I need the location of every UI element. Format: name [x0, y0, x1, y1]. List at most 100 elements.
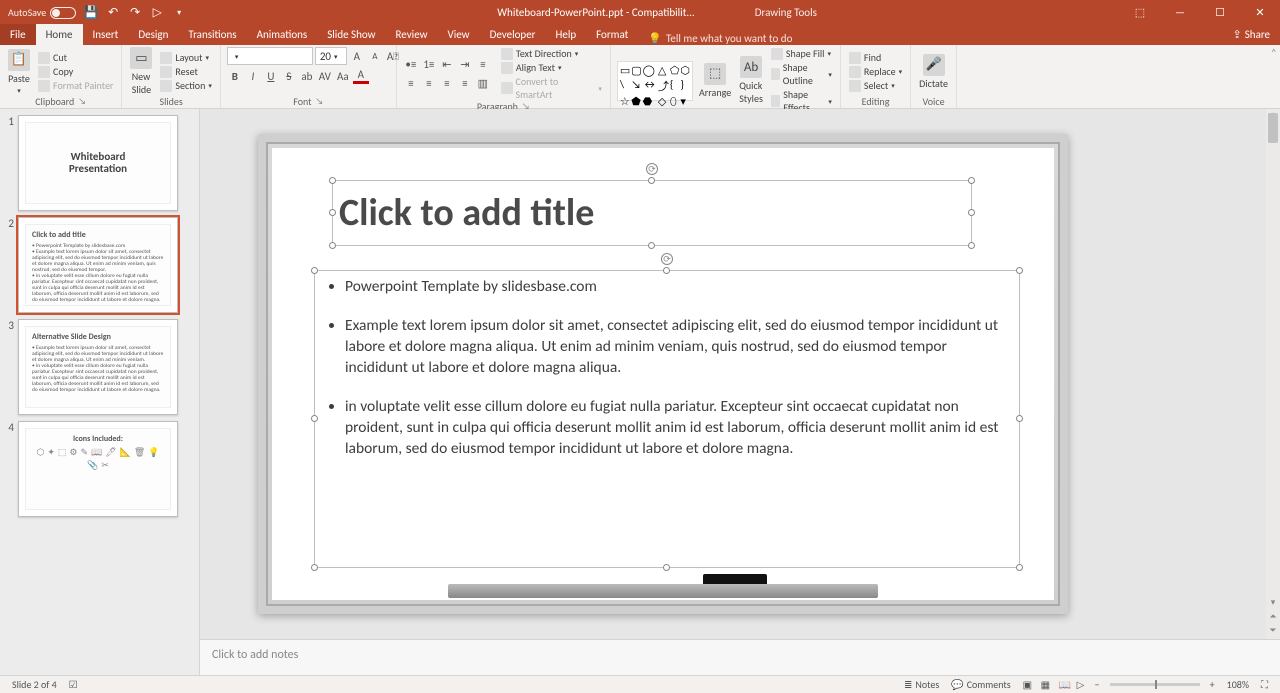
align-text-button[interactable]: Align Text▾: [499, 61, 604, 74]
zoom-out-button[interactable]: −: [1089, 678, 1106, 691]
shapes-gallery[interactable]: ▭▢◯△⬠⬡ \↘↔⤴{} ☆⬟⬣◇⬯▾: [617, 61, 693, 101]
quick-styles-button[interactable]: AbQuick Styles: [737, 56, 765, 105]
font-color-button[interactable]: A: [353, 68, 369, 84]
paste-button[interactable]: 📋 Paste ▾: [6, 49, 32, 95]
resize-handle[interactable]: [663, 564, 670, 571]
tab-view[interactable]: View: [438, 24, 480, 45]
justify-button[interactable]: ≡: [457, 76, 473, 92]
align-left-button[interactable]: ≡: [403, 76, 419, 92]
tab-home[interactable]: Home: [36, 24, 83, 45]
qat-customize-icon[interactable]: ▾: [172, 6, 186, 20]
autosave-toggle[interactable]: AutoSave: [8, 6, 76, 19]
slide-canvas[interactable]: ⟳ Click to add title ⟳: [200, 109, 1280, 639]
tab-animations[interactable]: Animations: [247, 24, 318, 45]
comments-toggle[interactable]: 💬Comments: [945, 678, 1016, 691]
resize-handle[interactable]: [968, 242, 975, 249]
accessibility-icon[interactable]: ☑: [63, 678, 84, 691]
rotate-handle-icon[interactable]: ⟳: [646, 163, 658, 175]
resize-handle[interactable]: [648, 242, 655, 249]
tab-help[interactable]: Help: [546, 24, 587, 45]
italic-button[interactable]: I: [245, 68, 261, 84]
content-placeholder[interactable]: ⟳ Powerpoint Template by slidesbase.com …: [314, 270, 1020, 568]
tab-developer[interactable]: Developer: [480, 24, 546, 45]
notes-toggle[interactable]: ≣Notes: [898, 678, 945, 691]
tab-insert[interactable]: Insert: [83, 24, 129, 45]
resize-handle[interactable]: [1016, 564, 1023, 571]
resize-handle[interactable]: [968, 209, 975, 216]
rotate-handle-icon[interactable]: ⟳: [661, 253, 673, 265]
undo-icon[interactable]: ↶: [106, 6, 120, 20]
dialog-launcher-icon[interactable]: ↘: [78, 96, 86, 107]
line-spacing-button[interactable]: ≡: [475, 57, 491, 73]
fit-to-window-button[interactable]: ⛶: [1255, 678, 1274, 691]
increase-indent-button[interactable]: ⇥: [457, 57, 473, 73]
bold-button[interactable]: B: [227, 68, 243, 84]
close-button[interactable]: ✕: [1240, 0, 1280, 25]
resize-handle[interactable]: [663, 267, 670, 274]
slide-counter[interactable]: Slide 2 of 4: [6, 678, 63, 691]
align-center-button[interactable]: ≡: [421, 76, 437, 92]
zoom-level[interactable]: 108%: [1221, 678, 1255, 691]
columns-button[interactable]: ▥: [475, 76, 491, 92]
reading-view-button[interactable]: 📖: [1053, 678, 1071, 691]
notes-pane[interactable]: Click to add notes: [200, 639, 1280, 675]
font-size-combo[interactable]: 20▾: [315, 47, 347, 65]
format-painter-button[interactable]: Format Painter: [36, 79, 115, 92]
shape-fill-button[interactable]: Shape Fill▾: [769, 47, 834, 60]
title-placeholder[interactable]: ⟳ Click to add title: [332, 180, 972, 246]
new-slide-button[interactable]: ▭ New Slide: [128, 47, 154, 96]
resize-handle[interactable]: [311, 415, 318, 422]
scroll-down-icon[interactable]: ▾: [1266, 597, 1280, 611]
file-tab[interactable]: File: [0, 24, 36, 45]
cut-button[interactable]: Cut: [36, 51, 115, 64]
resize-handle[interactable]: [329, 242, 336, 249]
resize-handle[interactable]: [968, 177, 975, 184]
underline-button[interactable]: U: [263, 68, 279, 84]
slide-surface[interactable]: ⟳ Click to add title ⟳: [272, 148, 1054, 600]
redo-icon[interactable]: ↷: [128, 6, 142, 20]
next-slide-icon[interactable]: ⏷: [1266, 625, 1280, 639]
tab-transitions[interactable]: Transitions: [178, 24, 246, 45]
resize-handle[interactable]: [311, 267, 318, 274]
scroll-thumb[interactable]: [1268, 113, 1278, 143]
dictate-button[interactable]: 🎤Dictate: [917, 54, 950, 90]
maximize-button[interactable]: ☐: [1200, 0, 1240, 25]
minimize-button[interactable]: —: [1160, 0, 1200, 25]
save-icon[interactable]: 💾: [84, 6, 98, 20]
replace-button[interactable]: Replace▾: [847, 65, 904, 78]
share-button[interactable]: ⇪ Share: [1223, 24, 1280, 45]
resize-handle[interactable]: [311, 564, 318, 571]
zoom-in-button[interactable]: +: [1204, 678, 1221, 691]
resize-handle[interactable]: [329, 209, 336, 216]
slideshow-view-button[interactable]: ▷: [1071, 678, 1089, 691]
numbering-button[interactable]: 1≡: [421, 57, 437, 73]
align-right-button[interactable]: ≡: [439, 76, 455, 92]
slide-thumbnail-4[interactable]: Icons Included: ⬡✦⬚⚙✎📖 🖊📐🗑💡📎✂: [18, 421, 178, 517]
tab-review[interactable]: Review: [386, 24, 438, 45]
prev-slide-icon[interactable]: ⏶: [1266, 611, 1280, 625]
decrease-font-icon[interactable]: A: [367, 48, 383, 64]
resize-handle[interactable]: [1016, 415, 1023, 422]
convert-smartart-button[interactable]: Convert to SmartArt▾: [499, 75, 604, 101]
increase-font-icon[interactable]: A: [349, 48, 365, 64]
strikethrough-button[interactable]: S: [281, 68, 297, 84]
resize-handle[interactable]: [648, 177, 655, 184]
reset-button[interactable]: Reset: [158, 65, 213, 78]
resize-handle[interactable]: [1016, 267, 1023, 274]
zoom-slider[interactable]: [1110, 683, 1200, 686]
ribbon-display-options-icon[interactable]: ⬚: [1120, 0, 1160, 25]
find-button[interactable]: Find: [847, 51, 904, 64]
slide-thumbnail-2[interactable]: Click to add title • Powerpoint Template…: [18, 217, 178, 313]
collapse-ribbon-icon[interactable]: ^: [1272, 47, 1276, 58]
text-direction-button[interactable]: Text Direction▾: [499, 47, 604, 60]
tab-slide-show[interactable]: Slide Show: [317, 24, 385, 45]
char-spacing-button[interactable]: AV: [317, 68, 333, 84]
section-button[interactable]: Section▾: [158, 79, 213, 92]
dialog-launcher-icon[interactable]: ↘: [316, 96, 324, 107]
font-family-combo[interactable]: ▾: [227, 47, 313, 65]
arrange-button[interactable]: ⬚Arrange: [697, 63, 733, 99]
tab-format[interactable]: Format: [586, 24, 638, 45]
shape-outline-button[interactable]: Shape Outline▾: [769, 61, 834, 87]
decrease-indent-button[interactable]: ⇤: [439, 57, 455, 73]
change-case-button[interactable]: Aa: [335, 68, 351, 84]
